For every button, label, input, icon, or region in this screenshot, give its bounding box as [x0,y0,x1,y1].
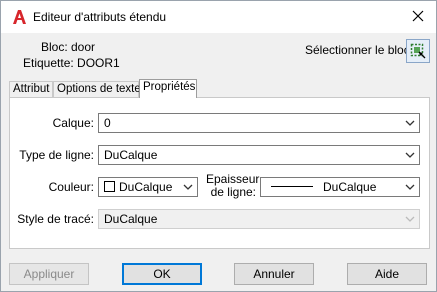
linetype-label: Type de ligne: [19,148,94,162]
properties-panel: Calque: 0 Type de ligne: DuCalque Couleu… [9,97,430,249]
color-label: Couleur: [48,180,94,194]
layer-value: 0 [104,116,111,130]
linetype-select[interactable]: DuCalque [98,145,420,165]
block-name-label: Bloc: door [41,40,96,54]
lineweight-label-line2: de ligne: [210,185,256,199]
tab-properties[interactable]: Propriétés [139,79,197,98]
tab-attribute-label: Attribut [13,83,50,95]
chevron-down-icon [183,184,193,190]
chevron-down-icon [405,152,415,158]
color-select[interactable]: DuCalque [98,177,198,197]
title-bar: Editeur d'attributs étendu [1,1,436,33]
close-button[interactable] [404,3,432,29]
color-swatch [104,181,115,192]
close-icon [412,10,424,22]
tab-attribute[interactable]: Attribut [9,81,53,97]
plotstyle-label: Style de tracé: [17,212,94,226]
select-block-label: Sélectionner le bloc [305,43,410,57]
chevron-down-icon [405,216,415,222]
autocad-logo-icon [13,10,26,24]
lineweight-label-line1: Epaisseur [206,172,260,186]
lineweight-value: DuCalque [323,180,377,194]
lineweight-label: Epaisseur de ligne: [206,172,260,199]
apply-button[interactable]: Appliquer [9,263,89,285]
chevron-down-icon [405,184,415,190]
lineweight-preview [271,186,313,187]
select-block-button[interactable] [406,39,430,63]
window-title: Editeur d'attributs étendu [33,10,167,24]
plotstyle-select[interactable]: DuCalque [98,209,420,229]
select-object-icon [410,43,426,59]
color-value: DuCalque [119,180,173,194]
cancel-button-label: Annuler [253,267,295,281]
cancel-button[interactable]: Annuler [234,263,314,285]
tab-text-options-label: Options de texte [57,83,141,95]
linetype-value: DuCalque [104,148,158,162]
help-button-label: Aide [374,267,400,281]
layer-label: Calque: [52,116,94,130]
layer-select[interactable]: 0 [98,113,420,133]
ok-button-label: OK [153,267,171,281]
tab-text-options[interactable]: Options de texte [53,81,141,97]
lineweight-select[interactable]: DuCalque [260,177,420,197]
dialog-window: Editeur d'attributs étendu Bloc: door Et… [0,0,437,292]
tag-name-label: Etiquette: DOOR1 [23,56,120,70]
help-button[interactable]: Aide [347,263,427,285]
plotstyle-value: DuCalque [104,212,158,226]
ok-button[interactable]: OK [122,263,202,285]
tab-properties-label: Propriétés [143,81,196,93]
chevron-down-icon [405,120,415,126]
apply-button-label: Appliquer [23,267,75,281]
